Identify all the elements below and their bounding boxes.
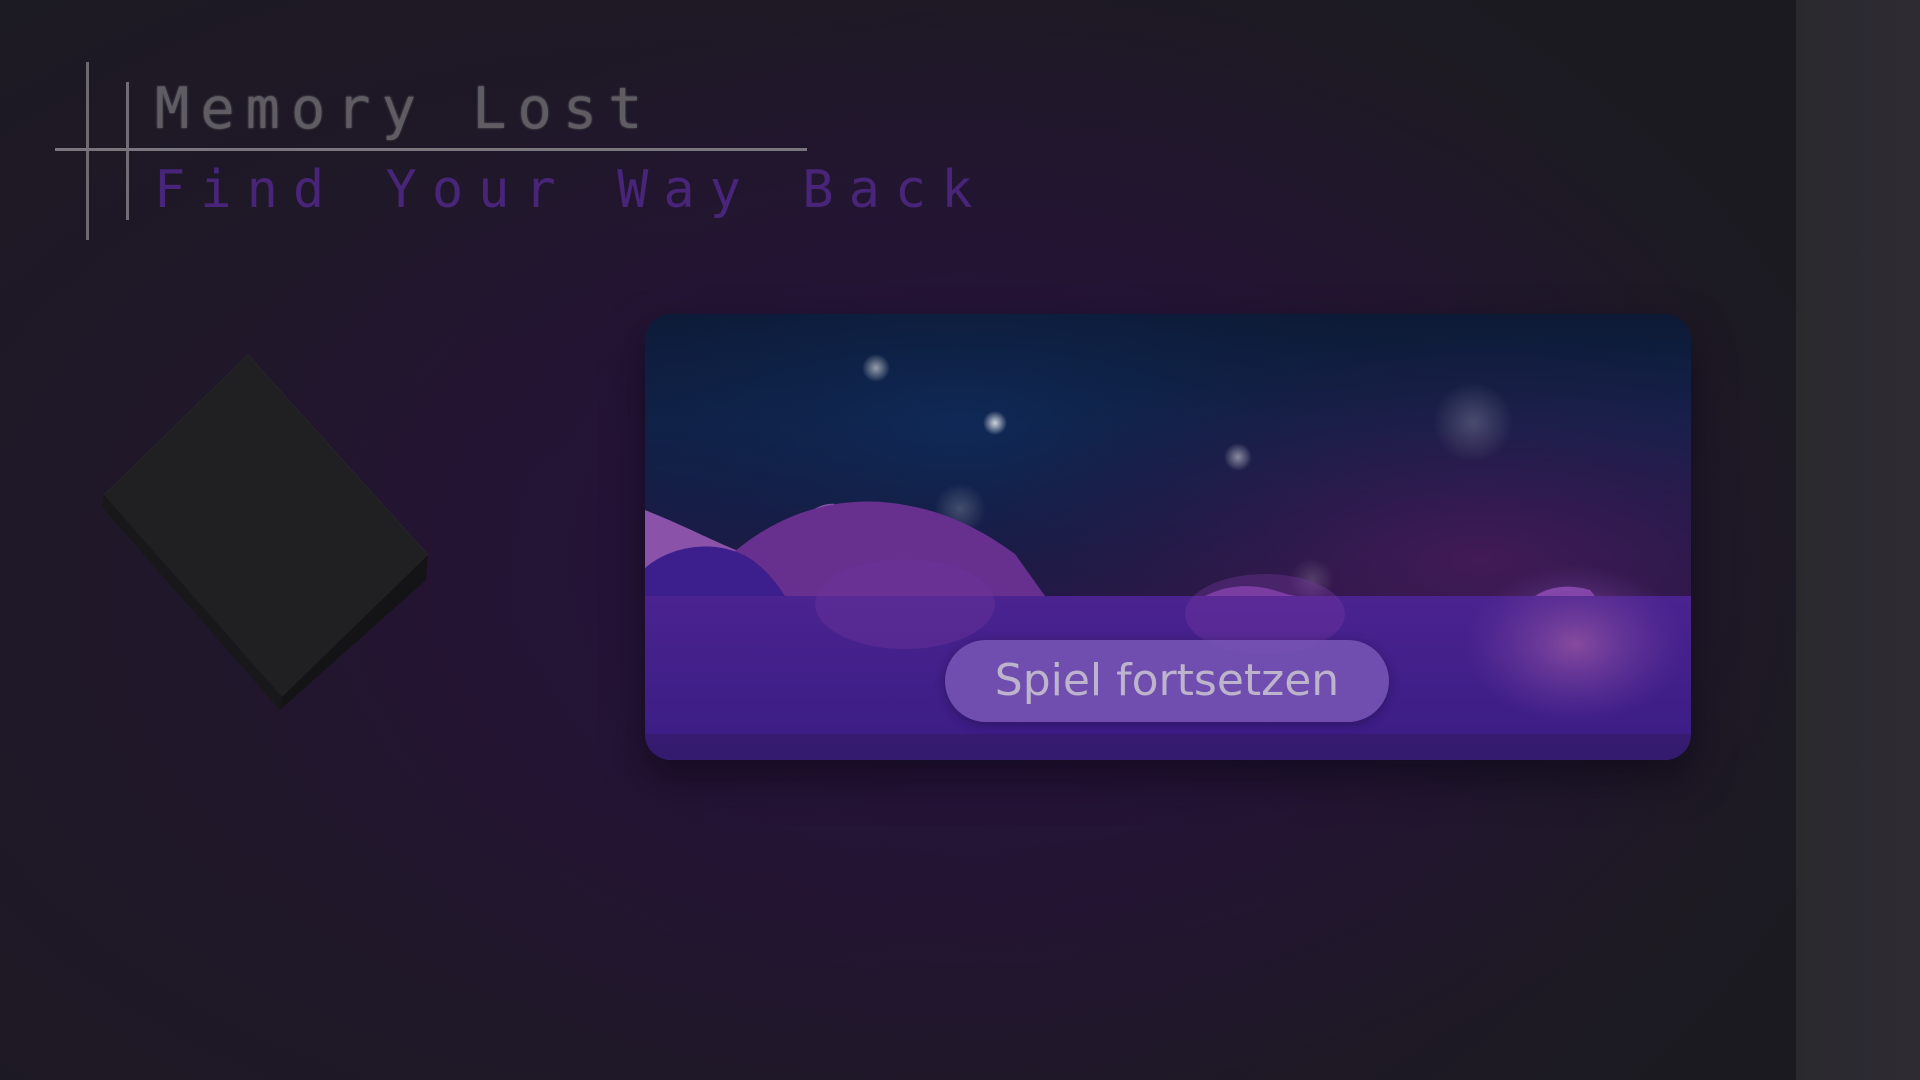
game-subtitle: Find Your Way Back: [154, 160, 988, 220]
game-title: Memory Lost: [155, 76, 654, 142]
logo-line-horizontal: [55, 148, 807, 151]
logo-line-vertical-1: [86, 62, 89, 240]
game-logo: Memory Lost Find Your Way Back: [55, 60, 973, 240]
logo-line-vertical-2: [126, 82, 129, 220]
continue-game-button[interactable]: Spiel fortsetzen: [945, 640, 1389, 722]
cube-icon: [102, 355, 429, 710]
side-panel: [1796, 0, 1920, 1080]
